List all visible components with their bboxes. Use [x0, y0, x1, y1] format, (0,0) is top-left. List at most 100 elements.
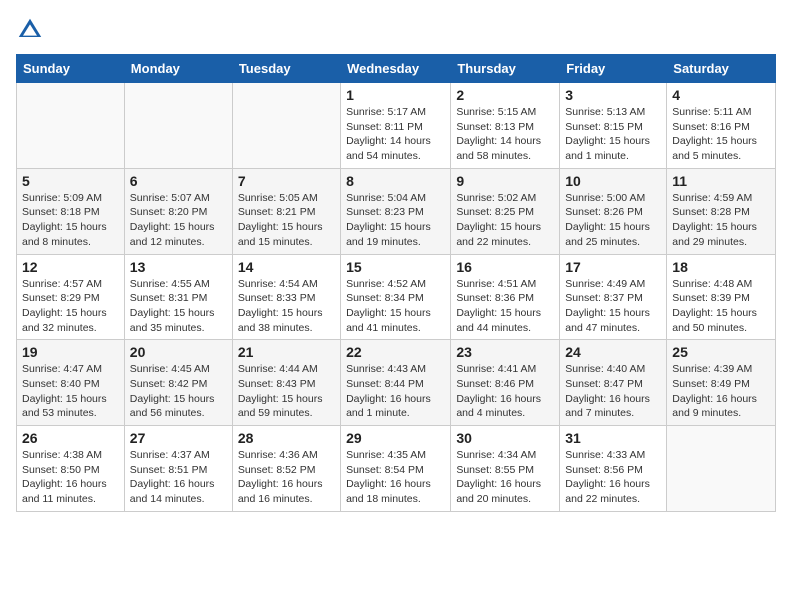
calendar-cell: 2 Sunrise: 5:15 AMSunset: 8:13 PMDaylight…	[451, 83, 560, 169]
day-number: 5	[22, 173, 119, 189]
day-info: Sunrise: 4:45 AMSunset: 8:42 PMDaylight:…	[130, 362, 227, 421]
day-info: Sunrise: 5:00 AMSunset: 8:26 PMDaylight:…	[565, 191, 661, 250]
weekday-header-monday: Monday	[124, 55, 232, 83]
calendar-cell: 25Sunrise: 4:39 AMSunset: 8:49 PMDayligh…	[667, 340, 776, 426]
logo	[16, 16, 48, 44]
calendar-cell: 18 Sunrise: 4:48 AMSunset: 8:39 PMDayligh…	[667, 254, 776, 340]
day-info: Sunrise: 5:11 AMSunset: 8:16 PMDaylight:…	[672, 105, 770, 164]
day-number: 29	[346, 430, 445, 446]
day-number: 22	[346, 344, 445, 360]
day-info: Sunrise: 4:44 AMSunset: 8:43 PMDaylight:…	[238, 362, 335, 421]
calendar-cell: 20 Sunrise: 4:45 AMSunset: 8:42 PMDayligh…	[124, 340, 232, 426]
day-info: Sunrise: 4:55 AMSunset: 8:31 PMDaylight:…	[130, 277, 227, 336]
day-number: 31	[565, 430, 661, 446]
calendar-cell: 8 Sunrise: 5:04 AMSunset: 8:23 PMDaylight…	[341, 168, 451, 254]
day-number: 20	[130, 344, 227, 360]
day-info: Sunrise: 5:15 AMSunset: 8:13 PMDaylight:…	[456, 105, 554, 164]
calendar-cell: 30 Sunrise: 4:34 AMSunset: 8:55 PMDayligh…	[451, 426, 560, 512]
calendar-cell: 12 Sunrise: 4:57 AMSunset: 8:29 PMDayligh…	[17, 254, 125, 340]
day-info: Sunrise: 5:07 AMSunset: 8:20 PMDaylight:…	[130, 191, 227, 250]
day-number: 2	[456, 87, 554, 103]
day-number: 27	[130, 430, 227, 446]
day-info: Sunrise: 4:33 AMSunset: 8:56 PMDaylight:…	[565, 448, 661, 507]
weekday-header-friday: Friday	[560, 55, 667, 83]
day-info: Sunrise: 5:02 AMSunset: 8:25 PMDaylight:…	[456, 191, 554, 250]
calendar-week-row: 19 Sunrise: 4:47 AMSunset: 8:40 PMDayligh…	[17, 340, 776, 426]
day-number: 1	[346, 87, 445, 103]
calendar-cell	[17, 83, 125, 169]
day-info: Sunrise: 4:59 AMSunset: 8:28 PMDaylight:…	[672, 191, 770, 250]
weekday-header-row: SundayMondayTuesdayWednesdayThursdayFrid…	[17, 55, 776, 83]
calendar-cell: 9 Sunrise: 5:02 AMSunset: 8:25 PMDaylight…	[451, 168, 560, 254]
day-number: 24	[565, 344, 661, 360]
calendar-cell: 3 Sunrise: 5:13 AMSunset: 8:15 PMDaylight…	[560, 83, 667, 169]
calendar-cell: 29 Sunrise: 4:35 AMSunset: 8:54 PMDayligh…	[341, 426, 451, 512]
weekday-header-wednesday: Wednesday	[341, 55, 451, 83]
day-info: Sunrise: 4:57 AMSunset: 8:29 PMDaylight:…	[22, 277, 119, 336]
day-info: Sunrise: 5:05 AMSunset: 8:21 PMDaylight:…	[238, 191, 335, 250]
day-info: Sunrise: 4:37 AMSunset: 8:51 PMDaylight:…	[130, 448, 227, 507]
day-number: 17	[565, 259, 661, 275]
day-number: 3	[565, 87, 661, 103]
day-number: 23	[456, 344, 554, 360]
calendar-cell: 27 Sunrise: 4:37 AMSunset: 8:51 PMDayligh…	[124, 426, 232, 512]
day-number: 11	[672, 173, 770, 189]
calendar-cell: 23 Sunrise: 4:41 AMSunset: 8:46 PMDayligh…	[451, 340, 560, 426]
day-info: Sunrise: 4:43 AMSunset: 8:44 PMDaylight:…	[346, 362, 445, 421]
calendar-week-row: 1Sunrise: 5:17 AMSunset: 8:11 PMDaylight…	[17, 83, 776, 169]
day-number: 14	[238, 259, 335, 275]
day-info: Sunrise: 4:47 AMSunset: 8:40 PMDaylight:…	[22, 362, 119, 421]
day-number: 30	[456, 430, 554, 446]
day-info: Sunrise: 5:13 AMSunset: 8:15 PMDaylight:…	[565, 105, 661, 164]
day-info: Sunrise: 4:41 AMSunset: 8:46 PMDaylight:…	[456, 362, 554, 421]
day-number: 19	[22, 344, 119, 360]
day-number: 25	[672, 344, 770, 360]
day-info: Sunrise: 4:52 AMSunset: 8:34 PMDaylight:…	[346, 277, 445, 336]
day-number: 9	[456, 173, 554, 189]
day-number: 12	[22, 259, 119, 275]
day-info: Sunrise: 5:09 AMSunset: 8:18 PMDaylight:…	[22, 191, 119, 250]
day-info: Sunrise: 4:36 AMSunset: 8:52 PMDaylight:…	[238, 448, 335, 507]
page-header	[16, 16, 776, 44]
calendar-cell	[124, 83, 232, 169]
day-number: 10	[565, 173, 661, 189]
day-info: Sunrise: 4:54 AMSunset: 8:33 PMDaylight:…	[238, 277, 335, 336]
day-info: Sunrise: 4:35 AMSunset: 8:54 PMDaylight:…	[346, 448, 445, 507]
day-number: 15	[346, 259, 445, 275]
day-number: 18	[672, 259, 770, 275]
day-number: 26	[22, 430, 119, 446]
day-info: Sunrise: 4:51 AMSunset: 8:36 PMDaylight:…	[456, 277, 554, 336]
calendar-cell: 14 Sunrise: 4:54 AMSunset: 8:33 PMDayligh…	[232, 254, 340, 340]
weekday-header-tuesday: Tuesday	[232, 55, 340, 83]
calendar-cell	[667, 426, 776, 512]
calendar-cell: 24 Sunrise: 4:40 AMSunset: 8:47 PMDayligh…	[560, 340, 667, 426]
day-info: Sunrise: 4:48 AMSunset: 8:39 PMDaylight:…	[672, 277, 770, 336]
day-number: 4	[672, 87, 770, 103]
day-number: 16	[456, 259, 554, 275]
calendar-cell: 4 Sunrise: 5:11 AMSunset: 8:16 PMDaylight…	[667, 83, 776, 169]
calendar-cell: 17 Sunrise: 4:49 AMSunset: 8:37 PMDayligh…	[560, 254, 667, 340]
calendar-cell: 1Sunrise: 5:17 AMSunset: 8:11 PMDaylight…	[341, 83, 451, 169]
calendar-cell: 16 Sunrise: 4:51 AMSunset: 8:36 PMDayligh…	[451, 254, 560, 340]
calendar-week-row: 26Sunrise: 4:38 AMSunset: 8:50 PMDayligh…	[17, 426, 776, 512]
weekday-header-saturday: Saturday	[667, 55, 776, 83]
calendar-cell: 31 Sunrise: 4:33 AMSunset: 8:56 PMDayligh…	[560, 426, 667, 512]
day-number: 8	[346, 173, 445, 189]
calendar-cell: 28 Sunrise: 4:36 AMSunset: 8:52 PMDayligh…	[232, 426, 340, 512]
calendar-cell: 19 Sunrise: 4:47 AMSunset: 8:40 PMDayligh…	[17, 340, 125, 426]
day-number: 28	[238, 430, 335, 446]
calendar-cell: 11 Sunrise: 4:59 AMSunset: 8:28 PMDayligh…	[667, 168, 776, 254]
calendar-cell: 26Sunrise: 4:38 AMSunset: 8:50 PMDayligh…	[17, 426, 125, 512]
day-info: Sunrise: 4:34 AMSunset: 8:55 PMDaylight:…	[456, 448, 554, 507]
day-info: Sunrise: 5:04 AMSunset: 8:23 PMDaylight:…	[346, 191, 445, 250]
calendar-cell: 5 Sunrise: 5:09 AMSunset: 8:18 PMDaylight…	[17, 168, 125, 254]
day-info: Sunrise: 4:49 AMSunset: 8:37 PMDaylight:…	[565, 277, 661, 336]
calendar-cell: 21 Sunrise: 4:44 AMSunset: 8:43 PMDayligh…	[232, 340, 340, 426]
day-number: 21	[238, 344, 335, 360]
weekday-header-thursday: Thursday	[451, 55, 560, 83]
calendar-cell: 7Sunrise: 5:05 AMSunset: 8:21 PMDaylight…	[232, 168, 340, 254]
day-number: 13	[130, 259, 227, 275]
day-info: Sunrise: 4:40 AMSunset: 8:47 PMDaylight:…	[565, 362, 661, 421]
day-number: 6	[130, 173, 227, 189]
logo-icon	[16, 16, 44, 44]
